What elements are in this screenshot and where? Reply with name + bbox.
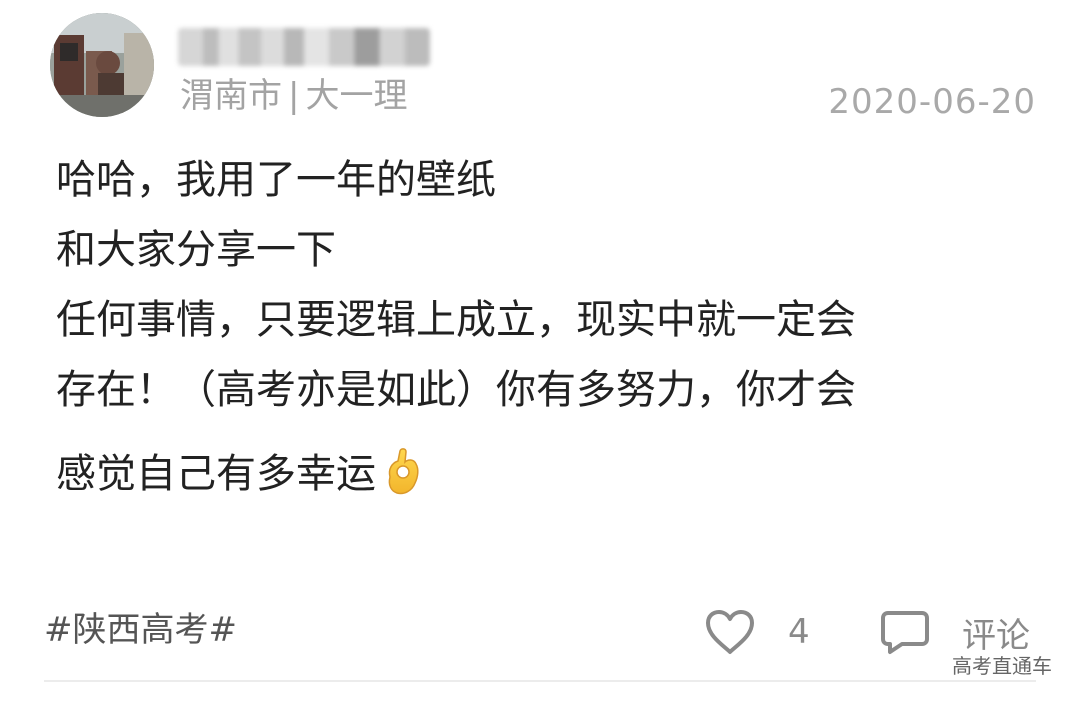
comment-icon: [881, 611, 929, 654]
content-line-2: 和大家分享一下: [56, 227, 336, 273]
avatar-photo: [50, 13, 154, 117]
post-content: 哈哈，我用了一年的壁纸 和大家分享一下 任何事情，只要逻辑上成立，现实中就一定会…: [56, 148, 1036, 512]
content-line-5: 感觉自己有多幸运: [56, 442, 1036, 512]
divider: [44, 680, 1036, 682]
username-blurred[interactable]: [178, 28, 430, 66]
post-card: 渭南市 | 大一理 2020-06-20 哈哈，我用了一年的壁纸 和大家分享一下 任…: [0, 0, 1080, 701]
avatar[interactable]: [50, 13, 154, 117]
content-line-4: 存在！（高考亦是如此）你有多努力，你才会: [56, 367, 856, 413]
comment-label: 评论: [962, 615, 1030, 656]
content-line-1: 哈哈，我用了一年的壁纸: [56, 157, 496, 203]
content-line-3: 任何事情，只要逻辑上成立，现实中就一定会: [56, 297, 856, 343]
location-label: 渭南市: [180, 76, 282, 116]
author-meta: 渭南市 | 大一理: [180, 74, 407, 118]
meta-separator: |: [288, 76, 300, 116]
watermark: 高考直通车: [952, 654, 1052, 678]
topic-tag[interactable]: #陕西高考#: [44, 608, 237, 652]
like-button[interactable]: 4: [704, 606, 810, 658]
grade-label: 大一理: [305, 76, 408, 116]
content-line-5-text: 感觉自己有多幸运: [56, 451, 376, 497]
post-date: 2020-06-20: [828, 82, 1036, 122]
comment-button[interactable]: 评论: [880, 606, 1030, 658]
like-count: 4: [788, 612, 810, 652]
ok-hand-icon: [378, 447, 428, 497]
heart-icon: [706, 610, 754, 654]
